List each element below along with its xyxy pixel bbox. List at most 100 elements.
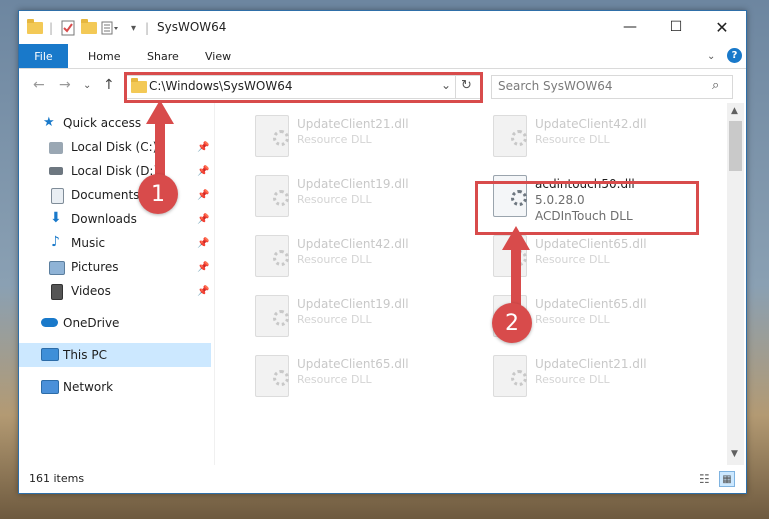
window-title: SysWOW64	[157, 20, 227, 34]
drive-icon	[49, 167, 63, 175]
file-name: UpdateClient21.dll	[297, 117, 409, 131]
star-icon: ★	[43, 115, 55, 130]
nav-quick-access[interactable]: ★ Quick access	[19, 111, 211, 135]
ribbon-tabs: File Home Share View ⌄ ?	[19, 44, 746, 69]
nav-this-pc[interactable]: This PC	[19, 343, 211, 367]
list-item[interactable]: UpdateClient19.dll Resource DLL	[245, 171, 445, 223]
nav-pictures[interactable]: Pictures 📌	[19, 255, 211, 279]
help-icon[interactable]: ?	[727, 48, 742, 63]
nav-label: Music	[71, 236, 106, 250]
search-box[interactable]: Search SysWOW64 ⌕	[491, 75, 733, 99]
file-name: UpdateClient42.dll	[535, 117, 647, 131]
pin-icon[interactable]: 📌	[197, 238, 209, 249]
search-icon: ⌕	[712, 78, 720, 93]
file-type: Resource DLL	[297, 373, 372, 386]
nav-label: Documents	[71, 188, 140, 202]
file-type: Resource DLL	[297, 313, 372, 326]
file-type: Resource DLL	[297, 133, 372, 146]
nav-music[interactable]: ♪ Music 📌	[19, 231, 211, 255]
folder-icon	[27, 19, 43, 37]
pin-icon[interactable]: 📌	[197, 190, 209, 201]
nav-label: Videos	[71, 284, 111, 298]
nav-label: Quick access	[63, 116, 142, 130]
forward-button[interactable]: →	[59, 77, 71, 93]
dll-file-icon	[493, 355, 527, 397]
pin-icon[interactable]: 📌	[197, 262, 209, 273]
nav-label: This PC	[63, 348, 107, 362]
close-button[interactable]: ✕	[699, 11, 745, 43]
file-name: UpdateClient21.dll	[535, 357, 647, 371]
tab-home[interactable]: Home	[88, 44, 120, 68]
list-item[interactable]: UpdateClient42.dll Resource DLL	[245, 231, 445, 283]
file-type: Resource DLL	[535, 373, 610, 386]
list-item[interactable]: UpdateClient21.dll Resource DLL	[483, 351, 683, 403]
nav-downloads[interactable]: ⬇ Downloads 📌	[19, 207, 211, 231]
nav-label: OneDrive	[63, 316, 120, 330]
explorer-window: | ▾ | SysWOW64 — ☐ ✕ File Home Share Vie…	[18, 10, 747, 494]
address-highlight-box	[124, 72, 483, 103]
nav-videos[interactable]: Videos 📌	[19, 279, 211, 303]
status-bar: 161 items ☷ ▦	[19, 466, 746, 492]
title-bar: | ▾ | SysWOW64 — ☐ ✕	[19, 11, 746, 44]
list-item[interactable]: UpdateClient21.dll Resource DLL	[245, 111, 445, 163]
dll-file-icon	[255, 295, 289, 337]
drive-icon	[49, 142, 63, 154]
recent-dropdown-icon[interactable]: ⌄	[83, 80, 91, 91]
dll-file-icon	[255, 115, 289, 157]
nav-label: Network	[63, 380, 114, 394]
nav-network[interactable]: Network	[19, 375, 211, 399]
dll-file-icon	[255, 175, 289, 217]
up-button[interactable]: ↑	[103, 77, 115, 93]
pin-icon[interactable]: 📌	[197, 286, 209, 297]
expand-ribbon-icon[interactable]: ⌄	[707, 44, 715, 68]
details-view-icon[interactable]: ☷	[699, 472, 710, 486]
music-icon: ♪	[51, 234, 60, 250]
file-name: UpdateClient65.dll	[297, 357, 409, 371]
file-type: Resource DLL	[535, 133, 610, 146]
tab-view[interactable]: View	[205, 44, 231, 68]
tab-file[interactable]: File	[19, 44, 68, 68]
file-list: UpdateClient21.dll Resource DLL UpdateCl…	[215, 103, 727, 465]
list-item[interactable]: UpdateClient65.dll Resource DLL	[245, 351, 445, 403]
nav-label: Downloads	[71, 212, 137, 226]
item-count: 161 items	[29, 472, 85, 485]
step-2-badge: 2	[492, 303, 532, 343]
navigation-pane: ★ Quick access Local Disk (C:) 📌 Local D…	[19, 103, 214, 465]
file-name: UpdateClient65.dll	[535, 237, 647, 251]
tab-share[interactable]: Share	[147, 44, 179, 68]
list-item[interactable]: UpdateClient19.dll Resource DLL	[245, 291, 445, 343]
minimize-button[interactable]: —	[607, 11, 653, 43]
qa-dropdown-icon[interactable]: ▾	[131, 19, 136, 37]
file-type: Resource DLL	[535, 253, 610, 266]
file-name: UpdateClient19.dll	[297, 297, 409, 311]
pin-icon[interactable]: 📌	[197, 166, 209, 177]
customize-icon[interactable]	[101, 19, 119, 37]
file-name: UpdateClient42.dll	[297, 237, 409, 251]
scroll-down-icon[interactable]: ▼	[731, 449, 738, 459]
nav-documents[interactable]: Documents 📌	[19, 183, 211, 207]
nav-local-disk-c[interactable]: Local Disk (C:) 📌	[19, 135, 211, 159]
scroll-thumb[interactable]	[729, 121, 742, 171]
nav-local-disk-d[interactable]: Local Disk (D:) 📌	[19, 159, 211, 183]
back-button[interactable]: ←	[33, 77, 45, 93]
file-name: UpdateClient19.dll	[297, 177, 409, 191]
dll-file-icon	[255, 355, 289, 397]
new-folder-icon[interactable]	[81, 19, 97, 37]
pictures-icon	[49, 261, 65, 275]
list-item[interactable]: UpdateClient42.dll Resource DLL	[483, 111, 683, 163]
dll-file-icon	[255, 235, 289, 277]
vertical-scrollbar[interactable]: ▲ ▼	[727, 103, 744, 465]
pin-icon[interactable]: 📌	[197, 142, 209, 153]
file-type: Resource DLL	[297, 193, 372, 206]
step-1-badge: 1	[138, 174, 178, 214]
file-type: Resource DLL	[297, 253, 372, 266]
file-type: Resource DLL	[535, 313, 610, 326]
nav-onedrive[interactable]: OneDrive	[19, 311, 211, 335]
pin-icon[interactable]: 📌	[197, 214, 209, 225]
maximize-button[interactable]: ☐	[653, 11, 699, 43]
network-icon	[41, 380, 59, 394]
scroll-up-icon[interactable]: ▲	[731, 106, 738, 116]
videos-icon	[51, 284, 63, 300]
properties-icon[interactable]	[61, 19, 75, 37]
tiles-view-icon[interactable]: ▦	[719, 471, 735, 487]
